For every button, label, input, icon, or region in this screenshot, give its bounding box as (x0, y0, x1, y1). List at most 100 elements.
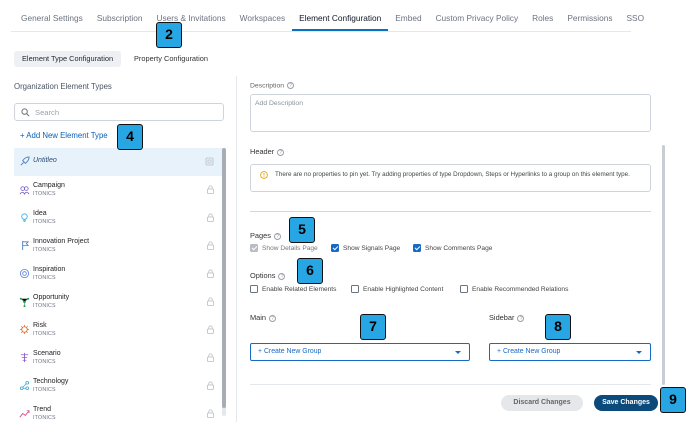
network-icon (19, 297, 30, 307)
people-icon (19, 186, 30, 195)
annotation-badge: 8 (545, 314, 571, 340)
header-info-box: There are no properties to pin yet. Try … (250, 164, 651, 192)
tab-embed[interactable]: Embed (388, 8, 428, 31)
help-icon[interactable]: ? (277, 148, 285, 156)
help-icon[interactable]: ? (269, 314, 277, 322)
checkbox-box[interactable] (250, 244, 258, 252)
list-item-name: Idea (33, 210, 47, 217)
tab-permissions[interactable]: Permissions (560, 8, 619, 31)
lock-icon (207, 409, 214, 418)
footer-divider (250, 384, 651, 385)
tab-custom-privacy-policy[interactable]: Custom Privacy Policy (429, 8, 526, 31)
checkbox-box[interactable] (250, 285, 258, 293)
sidebar-create-group-dropdown[interactable]: + Create New Group (489, 343, 651, 361)
show-comments-page-checkbox[interactable]: Show Comments Page (413, 244, 492, 252)
list-item-name: Technology (33, 378, 69, 385)
checkbox-box[interactable] (331, 244, 339, 252)
options-label-text: Options (250, 271, 276, 280)
description-input[interactable] (255, 100, 645, 128)
list-item-source: ITONICS (33, 303, 56, 309)
main-create-group-dropdown[interactable]: + Create New Group (250, 343, 470, 361)
help-icon[interactable]: ? (287, 82, 294, 89)
tab-workspaces[interactable]: Workspaces (233, 8, 293, 31)
subtab-property-configuration[interactable]: Property Configuration (126, 51, 216, 67)
annotation-badge: 5 (289, 217, 315, 243)
lock-icon (207, 241, 214, 250)
annotation-badge: 6 (297, 258, 323, 284)
checkbox-label: Enable Recommended Relations (472, 285, 569, 293)
sidebar-label: Sidebar? (489, 313, 525, 322)
lock-icon (207, 269, 214, 278)
tab-sso[interactable]: SSO (620, 8, 652, 31)
checkbox-label: Show Details Page (262, 244, 318, 252)
enable-recommended-relations-checkbox[interactable]: Enable Recommended Relations (460, 285, 568, 293)
help-icon[interactable]: ? (517, 314, 525, 322)
list-item-name: Scenario (33, 350, 61, 357)
save-changes-button[interactable]: Save Changes (594, 395, 658, 411)
tab-roles[interactable]: Roles (525, 8, 560, 31)
tab-element-configuration[interactable]: Element Configuration (292, 8, 389, 31)
add-new-element-type-button[interactable]: + Add New Element Type (20, 131, 108, 140)
lightbulb-icon (21, 213, 28, 223)
lock-icon (207, 213, 214, 222)
enable-highlighted-content-checkbox[interactable]: Enable Highlighted Content (351, 285, 443, 293)
search-input[interactable] (35, 106, 215, 118)
list-item-name: Inspiration (33, 266, 66, 273)
list-item[interactable]: Scenario ITONICS (14, 344, 222, 372)
list-item-source: ITONICS (33, 359, 56, 365)
checkbox-box[interactable] (460, 285, 468, 293)
section-divider (250, 211, 651, 212)
enable-related-elements-checkbox[interactable]: Enable Related Elements (250, 285, 336, 293)
list-item[interactable]: Risk ITONICS (14, 316, 222, 344)
tab-subscription[interactable]: Subscription (90, 8, 150, 31)
description-label-text: Description (250, 82, 284, 90)
flag-icon (22, 240, 30, 251)
annotation-badge: 2 (156, 22, 182, 48)
list-item-source: ITONICS (33, 387, 56, 393)
sidebar-label-text: Sidebar (489, 313, 515, 322)
list-item[interactable]: Innovation Project ITONICS (14, 232, 222, 260)
list-item-source: ITONICS (33, 191, 56, 197)
show-signals-page-checkbox[interactable]: Show Signals Page (331, 244, 400, 252)
main-label: Main? (250, 313, 277, 322)
lock-icon (207, 325, 214, 334)
list-item[interactable]: Untitleo (14, 148, 222, 176)
list-item[interactable]: Trend ITONICS (14, 400, 222, 422)
lock-icon (207, 185, 214, 194)
list-item-name: Risk (33, 322, 47, 329)
chevron-down-icon (455, 351, 461, 354)
checkbox-box[interactable] (413, 244, 421, 252)
header-info-message: There are no properties to pin yet. Try … (275, 171, 630, 178)
settings-scrollbar[interactable] (662, 145, 665, 385)
list-item[interactable]: Idea ITONICS (14, 204, 222, 232)
show-details-page-checkbox[interactable]: Show Details Page (250, 244, 318, 252)
discard-changes-button[interactable]: Discard Changes (501, 395, 583, 411)
annotation-badge: 4 (117, 124, 143, 150)
list-item-source: ITONICS (33, 275, 56, 281)
rocket-icon (20, 156, 30, 166)
main-dropdown-label: + Create New Group (258, 348, 322, 355)
list-item[interactable]: Inspiration ITONICS (14, 260, 222, 288)
list-item[interactable]: Campaign ITONICS (14, 176, 222, 204)
search-icon (21, 108, 30, 117)
checkbox-label: Show Comments Page (425, 244, 493, 252)
subtab-element-type-configuration[interactable]: Element Type Configuration (14, 51, 122, 67)
tab-general-settings[interactable]: General Settings (11, 8, 90, 31)
help-icon[interactable]: ? (278, 272, 286, 280)
list-item-source: ITONICS (33, 219, 56, 225)
help-icon[interactable]: ? (273, 232, 281, 240)
lock-icon (207, 381, 214, 390)
top-tab-bar: General Settings Subscription Users & In… (11, 8, 644, 32)
checkbox-label: Enable Highlighted Content (363, 285, 444, 293)
list-item[interactable]: Technology ITONICS (14, 372, 222, 400)
search-box (14, 103, 224, 121)
list-scrollbar[interactable] (222, 148, 226, 416)
list-item-source: ITONICS (33, 247, 56, 253)
list-item-name: Trend (33, 406, 52, 413)
sidebar-dropdown-label: + Create New Group (497, 348, 561, 355)
checkbox-box[interactable] (351, 285, 359, 293)
copy-icon[interactable] (205, 157, 214, 166)
list-item[interactable]: Opportunity ITONICS (14, 288, 222, 316)
list-scrollbar-thumb[interactable] (222, 148, 226, 408)
chevron-down-icon (636, 351, 642, 354)
